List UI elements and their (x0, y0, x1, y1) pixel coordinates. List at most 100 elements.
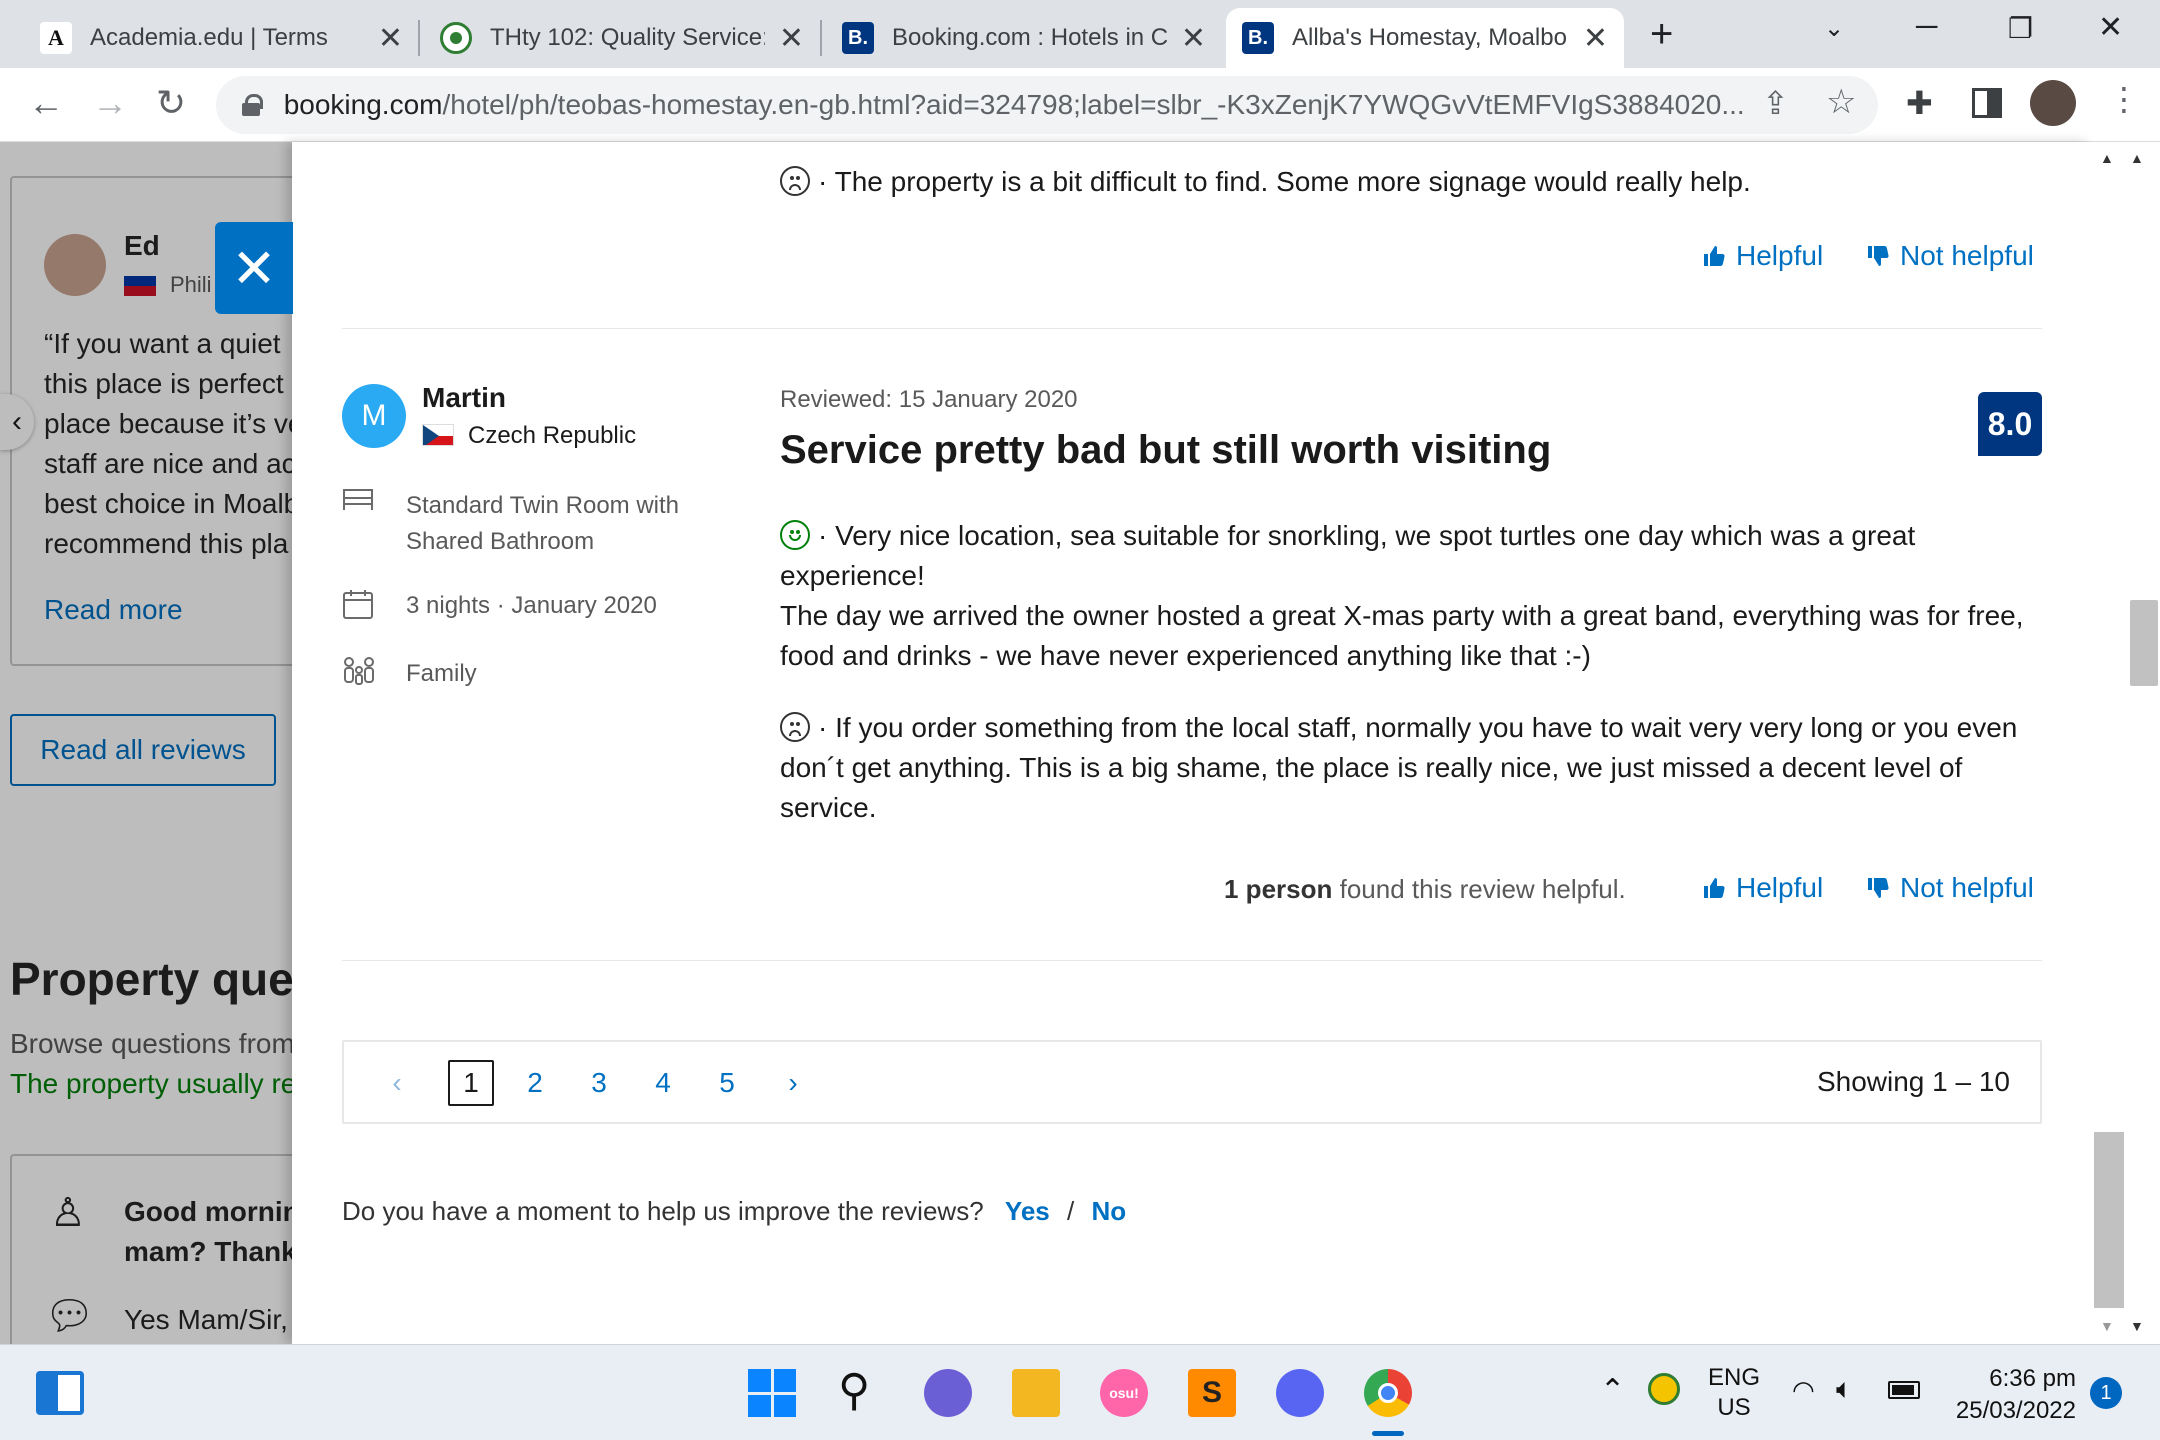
tab-title: THty 102: Quality Service: (490, 24, 765, 51)
next-page-chevron-icon[interactable]: › (770, 1060, 816, 1106)
tab-search-chevron-icon[interactable]: ⌄ (1824, 14, 1844, 43)
search-icon[interactable]: ⚲ (838, 1369, 886, 1417)
happy-face-icon (780, 520, 810, 550)
stay-details: 3 nights · January 2020 (406, 592, 657, 619)
scroll-down-arrow-icon[interactable]: ▼ (2100, 1318, 2114, 1334)
thumb-up-icon (1704, 878, 1725, 899)
scrollbar[interactable]: ▲ ▲ ▼ ▼ (2092, 142, 2160, 1344)
scroll-up-arrow-icon[interactable]: ▲ (2100, 150, 2114, 166)
scroll-thumb[interactable] (2130, 600, 2158, 686)
extensions-puzzle-icon[interactable]: ✚ (1906, 84, 1933, 122)
review-date: Reviewed: 15 January 2020 (780, 386, 1078, 413)
battery-icon[interactable] (1888, 1381, 1920, 1399)
scroll-thumb[interactable] (2094, 1132, 2124, 1308)
chevron-up-icon[interactable]: ⌃ (1600, 1373, 1625, 1408)
not-helpful-button[interactable]: Not helpful (1866, 240, 2034, 272)
tab-separator (418, 20, 420, 56)
share-icon[interactable]: ⇪ (1762, 84, 1789, 122)
close-icon: ✕ (231, 238, 277, 299)
profile-avatar[interactable] (2030, 80, 2076, 126)
windows-start-icon[interactable] (748, 1369, 796, 1417)
tab-title: Booking.com : Hotels in C (892, 24, 1167, 51)
review-divider (342, 960, 2042, 961)
modal-overlay[interactable] (0, 142, 292, 1344)
side-panel-icon[interactable] (1972, 88, 2002, 118)
tab-bar: A Academia.edu | Terms ✕ THty 102: Quali… (0, 0, 2160, 68)
reviewer-name: Martin (422, 382, 506, 413)
sad-face-icon (780, 166, 810, 196)
booking-favicon-icon: B. (842, 22, 874, 54)
reload-icon[interactable]: ↻ (156, 82, 186, 124)
tab-separator (820, 20, 822, 56)
teams-chat-icon[interactable] (924, 1369, 972, 1417)
sublime-text-icon[interactable]: S (1188, 1369, 1236, 1417)
tab-academia[interactable]: A Academia.edu | Terms ✕ (24, 8, 419, 68)
page-3[interactable]: 3 (576, 1060, 622, 1106)
booking-favicon-icon: B. (1242, 22, 1274, 54)
address-toolbar: ← → ↻ booking.com/hotel/ph/teobas-homest… (0, 68, 2160, 142)
seal-favicon-icon (440, 22, 472, 54)
new-tab-icon[interactable]: + (1650, 12, 1673, 57)
scroll-up-arrow-icon[interactable]: ▲ (2130, 150, 2144, 166)
restore-icon[interactable]: ❐ (2008, 12, 2033, 45)
sad-face-icon (780, 712, 810, 742)
bookmark-star-icon[interactable]: ☆ (1826, 82, 1856, 122)
thumb-down-icon (1868, 245, 1889, 266)
page-1[interactable]: 1 (448, 1060, 494, 1106)
speaker-icon[interactable]: 🔈︎ (1836, 1373, 1853, 1406)
czech-flag-icon (422, 424, 454, 446)
review-pros: · Very nice location, sea suitable for s… (780, 520, 2024, 671)
osu-app-icon[interactable]: osu! (1100, 1369, 1148, 1417)
page-2[interactable]: 2 (512, 1060, 558, 1106)
reviewer-avatar: M (342, 384, 406, 448)
close-panel-button[interactable]: ✕ (215, 222, 293, 314)
tab-thty102[interactable]: THty 102: Quality Service: ✕ (424, 8, 820, 68)
academia-favicon-icon: A (40, 22, 72, 54)
clock[interactable]: 6:36 pm 25/03/2022 (1946, 1363, 2076, 1427)
chrome-menu-icon[interactable]: ⋮ (2108, 80, 2140, 118)
family-icon (342, 656, 376, 691)
thumb-down-icon (1868, 877, 1889, 898)
close-tab-icon[interactable]: ✕ (378, 21, 403, 56)
tab-allbas-homestay[interactable]: B. Allba's Homestay, Moalbo ✕ (1226, 8, 1624, 68)
tab-title: Allba's Homestay, Moalbo (1292, 24, 1567, 51)
prev-page-chevron-icon[interactable]: ‹ (374, 1060, 420, 1106)
forward-arrow-icon[interactable]: → (92, 82, 128, 124)
chrome-icon[interactable] (1364, 1369, 1412, 1417)
language-indicator[interactable]: ENG US (1708, 1363, 1760, 1423)
helpful-button[interactable]: Helpful (1702, 872, 1823, 904)
window-close-icon[interactable]: ✕ (2098, 10, 2123, 45)
lock-icon[interactable] (242, 94, 263, 116)
tab-booking-hotels[interactable]: B. Booking.com : Hotels in C ✕ (826, 8, 1222, 68)
reviewer-country: Czech Republic (468, 422, 637, 449)
close-tab-icon[interactable]: ✕ (779, 21, 804, 56)
feedback-no-link[interactable]: No (1091, 1196, 1126, 1226)
back-arrow-icon[interactable]: ← (28, 82, 64, 124)
close-tab-icon[interactable]: ✕ (1181, 21, 1206, 56)
tab-title: Academia.edu | Terms (90, 24, 328, 51)
not-helpful-button[interactable]: Not helpful (1866, 872, 2034, 904)
calendar-icon (342, 588, 374, 625)
reviews-panel: · The property is a bit difficult to fin… (292, 142, 2092, 1344)
file-explorer-icon[interactable] (1012, 1369, 1060, 1417)
traveller-type: Family (406, 660, 477, 687)
page-4[interactable]: 4 (640, 1060, 686, 1106)
helpful-count: 1 person found this review helpful. (1224, 874, 1626, 904)
close-tab-icon[interactable]: ✕ (1583, 21, 1608, 56)
taskbar: ⚲ osu! S ⌃ ENG US ◠ 🔈︎ 6:36 pm 25/03/202… (0, 1344, 2160, 1440)
widgets-icon[interactable] (36, 1371, 84, 1415)
wifi-icon[interactable]: ◠ (1792, 1375, 1815, 1406)
minimize-icon[interactable]: ─ (1916, 10, 1937, 44)
feedback-yes-link[interactable]: Yes (1005, 1196, 1050, 1226)
notification-badge[interactable]: 1 (2090, 1377, 2122, 1409)
room-type: Standard Twin Room with Shared Bathroom (406, 492, 680, 555)
discord-icon[interactable] (1276, 1369, 1324, 1417)
scroll-down-arrow-icon[interactable]: ▼ (2130, 1318, 2144, 1334)
previous-review-con: · The property is a bit difficult to fin… (780, 162, 1751, 202)
url-bar[interactable]: booking.com/hotel/ph/teobas-homestay.en-… (216, 76, 1878, 134)
page-5[interactable]: 5 (704, 1060, 750, 1106)
bed-icon (342, 488, 374, 512)
tray-app-icon[interactable] (1648, 1373, 1680, 1405)
helpful-button[interactable]: Helpful (1702, 240, 1823, 272)
review-title: Service pretty bad but still worth visit… (780, 428, 1552, 472)
